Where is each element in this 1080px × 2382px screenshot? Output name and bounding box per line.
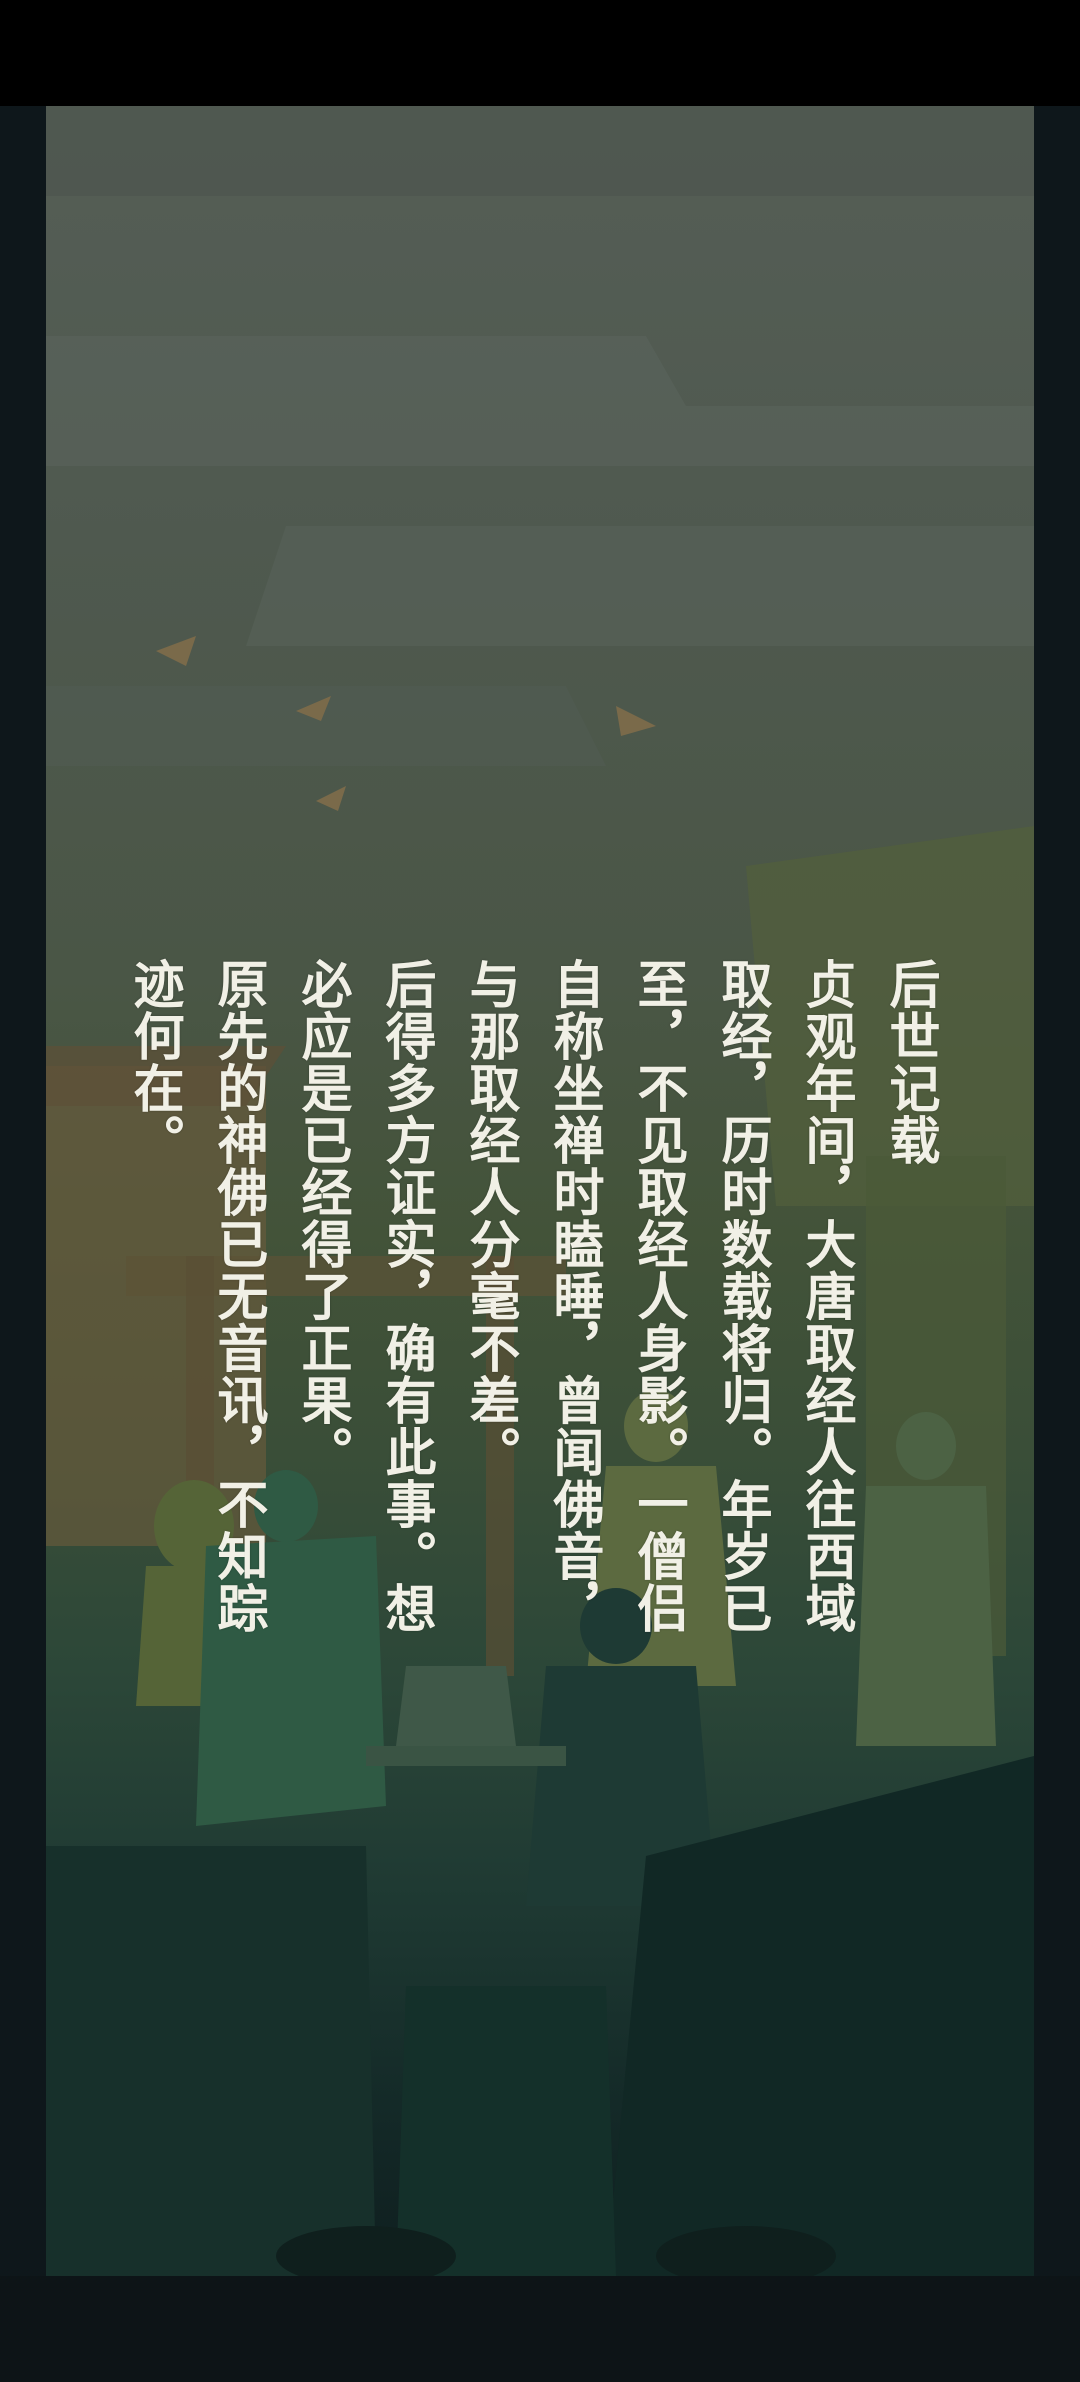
navigation-bar-area [0,2276,1080,2382]
story-line: 取经，历时数载将归。年岁已 [712,958,771,1634]
teapot-icon [396,1666,516,1746]
table [366,1746,566,1766]
cloud-shape [46,686,606,766]
story-line: 后世记载 [880,958,939,1166]
story-line: 迹何在。 [124,958,183,1166]
status-bar-area [0,0,1080,106]
bird-icon [156,636,196,666]
cloud-shape [246,526,1034,646]
foreground-building [46,1846,376,2276]
story-line: 与那取经人分毫不差。 [460,958,519,1478]
story-line: 自称坐禅时瞌睡，曾闻佛音， [544,958,603,1634]
story-line: 原先的神佛已无音讯，不知踪 [208,958,267,1634]
story-line: 必应是已经得了正果。 [292,958,351,1478]
bird-icon [616,706,656,736]
background-illustration: 后世记载 贞观年间，大唐取经人往西域 取经，历时数载将归。年岁已 至，不见取经人… [46,106,1034,2276]
story-line: 至，不见取经人身影。一僧侣 [628,958,687,1634]
story-line: 后得多方证实，确有此事。想 [376,958,435,1634]
foreground-house [396,1986,616,2276]
story-text: 后世记载 贞观年间，大唐取经人往西域 取经，历时数载将归。年岁已 至，不见取经人… [111,958,951,1634]
cloud-shape [46,336,1034,466]
bird-icon [316,786,346,811]
story-line: 贞观年间，大唐取经人往西域 [796,958,855,1634]
cloud-band [46,106,1034,196]
game-screen[interactable]: 后世记载 贞观年间，大唐取经人往西域 取经，历时数载将归。年岁已 至，不见取经人… [0,0,1080,2382]
